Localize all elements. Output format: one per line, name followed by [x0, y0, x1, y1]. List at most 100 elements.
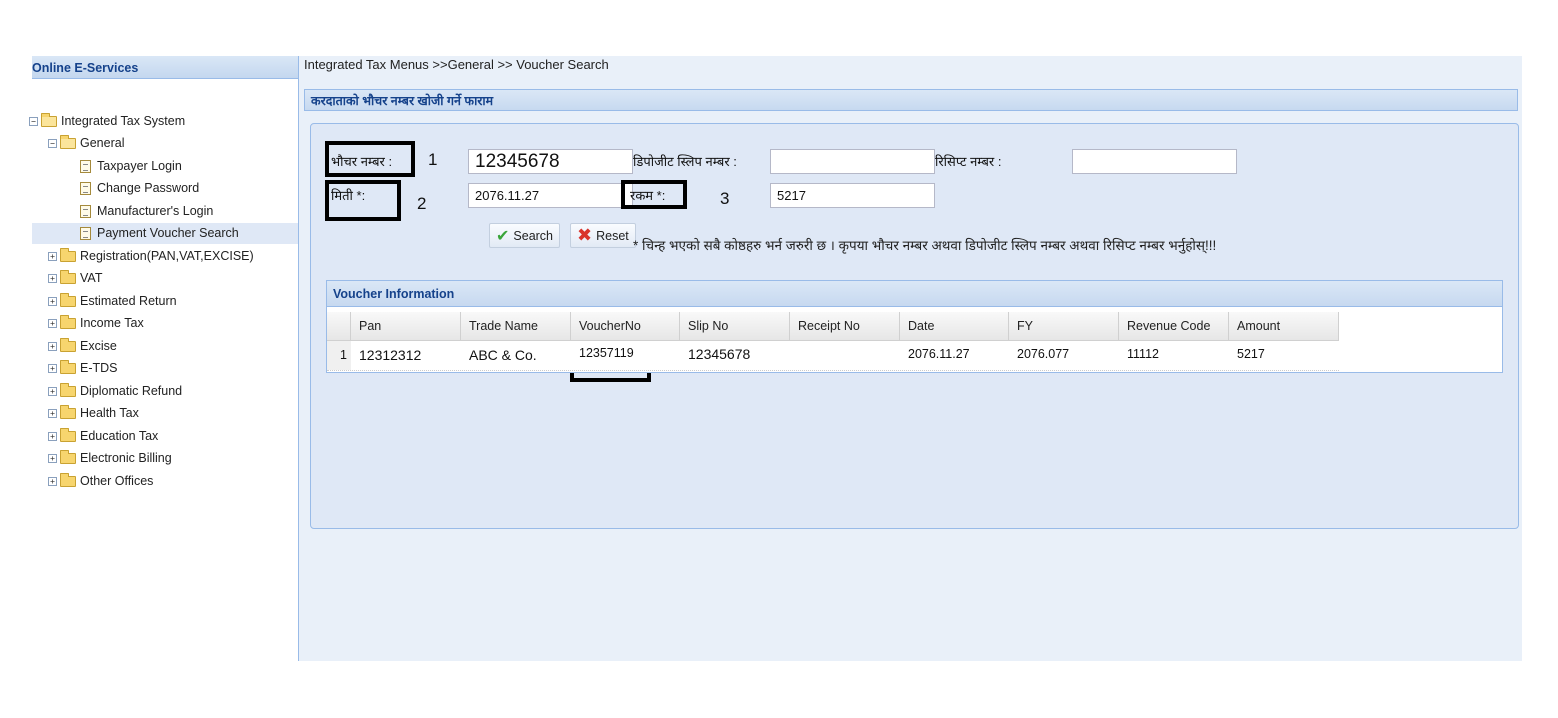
collapse-icon[interactable]: −	[29, 117, 38, 126]
expand-icon[interactable]: +	[48, 454, 57, 463]
check-icon: ✔	[496, 227, 510, 245]
table-row[interactable]: 1 12312312 ABC & Co. 12357119 12345678 2…	[327, 341, 1339, 371]
voucher-number-input[interactable]	[468, 149, 633, 174]
column-header-slip-no[interactable]: Slip No	[680, 312, 790, 340]
tree-folder-estimated-return[interactable]: + Estimated Return	[48, 291, 177, 312]
collapse-icon[interactable]: −	[48, 139, 57, 148]
tree-item-taxpayer-login[interactable]: Taxpayer Login	[80, 156, 182, 177]
folder-icon	[60, 405, 76, 419]
tree-folder-other-offices[interactable]: + Other Offices	[48, 471, 153, 492]
voucher-grid: Voucher Information Pan Trade Name Vouch…	[326, 280, 1503, 373]
tree-folder-income-tax[interactable]: + Income Tax	[48, 313, 144, 334]
cell-date: 2076.11.27	[908, 347, 970, 361]
tree-root-label: Integrated Tax System	[61, 114, 186, 128]
cell-revenue-code: 11112	[1127, 347, 1159, 361]
tree-item-manufacturers-login[interactable]: Manufacturer's Login	[80, 201, 213, 222]
amount-label: रकम *:	[630, 188, 666, 203]
expand-icon[interactable]: +	[48, 409, 57, 418]
sidebar-tree: Online E-Services − Integrated Tax Syste…	[29, 56, 299, 661]
column-header-revenue-code[interactable]: Revenue Code	[1119, 312, 1229, 340]
date-input[interactable]	[468, 183, 633, 208]
row-number: 1	[327, 341, 351, 370]
annotation-number-3: 3	[720, 189, 730, 208]
expand-icon[interactable]: +	[48, 342, 57, 351]
annotation-number-1: 1	[428, 150, 438, 169]
folder-icon	[60, 293, 76, 307]
grid-title: Voucher Information	[327, 281, 1502, 307]
receipt-number-label: रिसिप्ट नम्बर :	[935, 154, 1002, 169]
annotation-number-2: 2	[417, 194, 427, 213]
tree-folder-e-tds[interactable]: + E-TDS	[48, 358, 118, 379]
column-header-date[interactable]: Date	[900, 312, 1009, 340]
cell-pan: 12312312	[359, 347, 422, 363]
amount-input[interactable]	[770, 183, 935, 208]
close-icon: ✖	[577, 225, 593, 245]
expand-icon[interactable]: +	[48, 319, 57, 328]
folder-icon	[60, 473, 76, 487]
tree-folder-label: Income Tax	[80, 316, 144, 330]
deposit-slip-input[interactable]	[770, 149, 935, 174]
folder-icon	[60, 270, 76, 284]
tree-folder-excise[interactable]: + Excise	[48, 336, 117, 357]
tree-folder-label: Education Tax	[80, 429, 159, 443]
receipt-number-input[interactable]	[1072, 149, 1237, 174]
tree-folder-label: Health Tax	[80, 406, 139, 420]
tree-folder-vat[interactable]: + VAT	[48, 268, 102, 289]
tree-item-payment-voucher-search[interactable]: Payment Voucher Search	[32, 223, 298, 244]
cell-fy: 2076.077	[1017, 347, 1070, 361]
tree-folder-label: Excise	[80, 339, 117, 353]
tree-folder-label: Estimated Return	[80, 294, 177, 308]
cell-voucher-no: 12357119	[579, 346, 634, 360]
search-button-label: Search	[513, 228, 554, 243]
folder-open-icon	[41, 113, 57, 127]
tree-folder-registration[interactable]: + Registration(PAN,VAT,EXCISE)	[48, 246, 254, 267]
expand-icon[interactable]: +	[48, 297, 57, 306]
column-header-voucher-no[interactable]: VoucherNo	[571, 312, 680, 340]
tree-item-label: Taxpayer Login	[97, 159, 182, 173]
tree-folder-general[interactable]: − General	[48, 133, 124, 154]
expand-icon[interactable]: +	[48, 432, 57, 441]
column-header-amount[interactable]: Amount	[1229, 312, 1339, 340]
tree-folder-diplomatic-refund[interactable]: + Diplomatic Refund	[48, 381, 182, 402]
tree-folder-education-tax[interactable]: + Education Tax	[48, 426, 158, 447]
tree-item-label: Payment Voucher Search	[97, 226, 239, 240]
tree-item-change-password[interactable]: Change Password	[80, 178, 199, 199]
tree-folder-label: Electronic Billing	[80, 451, 172, 465]
cell-receipt-no	[790, 341, 900, 370]
tree-folder-label: Diplomatic Refund	[80, 384, 183, 398]
document-icon	[80, 205, 91, 218]
expand-icon[interactable]: +	[48, 477, 57, 486]
search-button[interactable]: ✔ Search	[489, 223, 561, 248]
column-header-receipt-no[interactable]: Receipt No	[790, 312, 900, 340]
grid-header-rownum	[327, 312, 351, 340]
tree-folder-label: E-TDS	[80, 361, 118, 375]
tree-root-integrated-tax-system[interactable]: − Integrated Tax System	[29, 111, 186, 132]
cell-amount: 5217	[1237, 347, 1265, 361]
expand-icon[interactable]: +	[48, 364, 57, 373]
folder-icon	[60, 428, 76, 442]
expand-icon[interactable]: +	[48, 274, 57, 283]
tree-folder-label: VAT	[80, 271, 103, 285]
deposit-slip-label: डिपोजीट स्लिप नम्बर :	[633, 154, 737, 169]
form-title: करदाताको भौचर नम्बर खोजी गर्ने फाराम	[304, 89, 1518, 111]
column-header-trade-name[interactable]: Trade Name	[461, 312, 571, 340]
column-header-fy[interactable]: FY	[1009, 312, 1119, 340]
column-header-pan[interactable]: Pan	[351, 312, 461, 340]
tree-folder-health-tax[interactable]: + Health Tax	[48, 403, 139, 424]
cell-trade-name: ABC & Co.	[469, 347, 537, 363]
tree-item-label: Manufacturer's Login	[97, 204, 214, 218]
document-icon	[80, 227, 91, 240]
folder-icon	[60, 450, 76, 464]
document-icon	[80, 160, 91, 173]
cell-slip-no: 12345678	[688, 346, 751, 362]
expand-icon[interactable]: +	[48, 252, 57, 261]
sidebar-title: Online E-Services	[32, 56, 298, 79]
document-icon	[80, 182, 91, 195]
tree-folder-electronic-billing[interactable]: + Electronic Billing	[48, 448, 172, 469]
reset-button-label: Reset	[596, 228, 629, 243]
grid-header: Pan Trade Name VoucherNo Slip No Receipt…	[327, 312, 1339, 341]
expand-icon[interactable]: +	[48, 387, 57, 396]
breadcrumb: Integrated Tax Menus >>General >> Vouche…	[304, 57, 609, 72]
reset-button[interactable]: ✖ Reset	[570, 223, 636, 248]
voucher-number-label: भौचर नम्बर :	[331, 154, 393, 169]
